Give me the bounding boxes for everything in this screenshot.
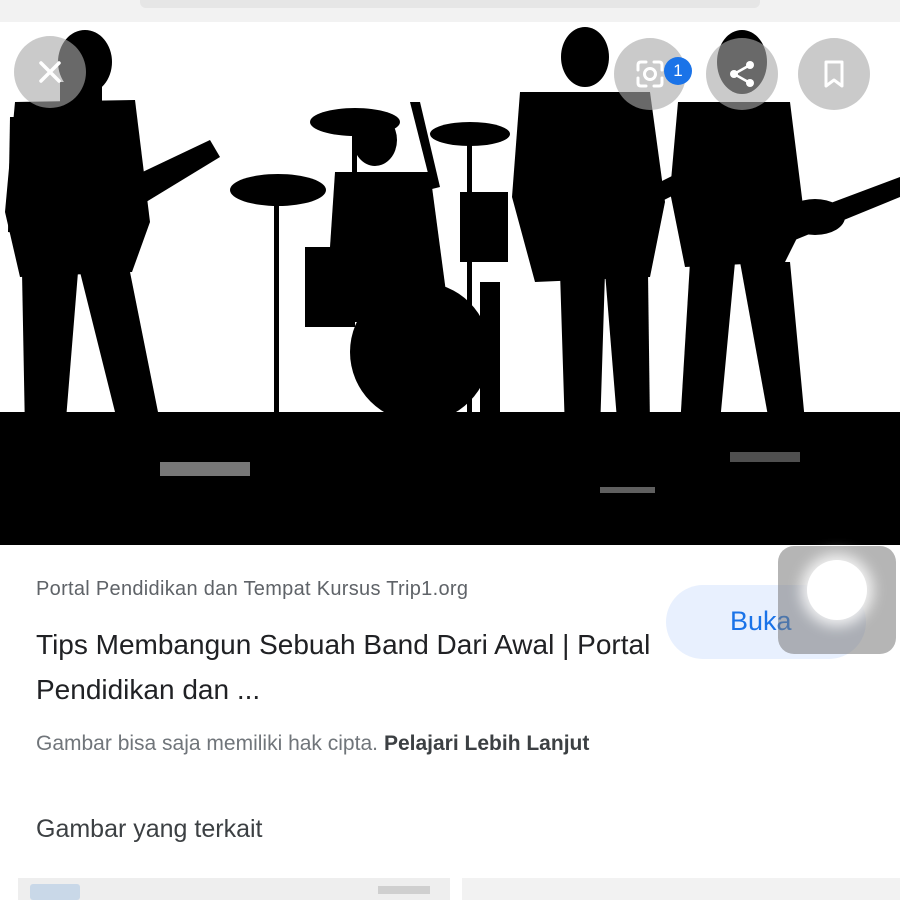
- top-bar-handle: [140, 0, 760, 8]
- bookmark-button[interactable]: [798, 38, 870, 110]
- thumbnail-watermark: [378, 886, 430, 894]
- result-title[interactable]: Tips Membangun Sebuah Band Dari Awal | P…: [36, 622, 656, 712]
- browser-top-bar: [0, 0, 900, 23]
- learn-more-link[interactable]: Pelajari Lebih Lanjut: [384, 732, 589, 755]
- close-button[interactable]: [14, 36, 86, 108]
- google-lens-icon: [636, 60, 664, 88]
- bookmark-icon: [824, 60, 844, 88]
- source-site[interactable]: Portal Pendidikan dan Tempat Kursus Trip…: [36, 578, 468, 601]
- related-image-thumbnail[interactable]: [462, 878, 900, 900]
- copyright-notice: Gambar bisa saja memiliki hak cipta. Pela…: [36, 732, 589, 756]
- lens-badge: 1: [664, 57, 692, 85]
- thumbnail-logo: [30, 884, 80, 900]
- related-image-thumbnail[interactable]: [18, 878, 450, 900]
- copyright-text: Gambar bisa saja memiliki hak cipta.: [36, 732, 378, 755]
- share-icon: [730, 61, 754, 87]
- touch-point: [807, 560, 867, 620]
- related-images-heading: Gambar yang terkait: [36, 815, 263, 843]
- share-button[interactable]: [706, 38, 778, 110]
- close-icon: [39, 61, 61, 83]
- preview-image[interactable]: 1: [0, 22, 900, 545]
